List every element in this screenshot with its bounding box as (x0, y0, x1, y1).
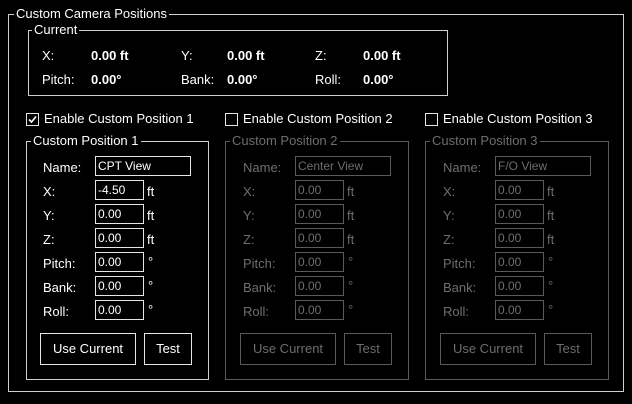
current-x-label: X: (42, 48, 55, 63)
pitch-unit: ° (348, 254, 354, 269)
custom-position-3-title: Custom Position 3 (430, 133, 540, 148)
position-1-y-field[interactable]: 0.00 (95, 204, 144, 224)
enable-position-1-label[interactable]: Enable Custom Position 1 (44, 111, 194, 127)
position-2-use-current-button[interactable]: Use Current (240, 333, 336, 365)
camera-positions-title: Custom Camera Positions (14, 6, 169, 21)
name-label: Name: (443, 160, 482, 175)
z-unit: ft (547, 232, 555, 247)
current-roll-value: 0.00° (363, 72, 394, 87)
y-label: Y: (443, 208, 455, 223)
position-3-bank-field[interactable]: 0.00 (495, 276, 544, 296)
position-1-test-button[interactable]: Test (144, 333, 192, 365)
position-1-pitch-field[interactable]: 0.00 (95, 252, 144, 272)
current-y-value: 0.00 ft (227, 48, 265, 63)
roll-unit: ° (348, 302, 354, 317)
pitch-label: Pitch: (43, 256, 76, 271)
position-3-x-field[interactable]: 0.00 (495, 180, 544, 200)
z-label: Z: (443, 232, 455, 247)
custom-position-2-title: Custom Position 2 (230, 133, 340, 148)
pitch-unit: ° (548, 254, 554, 269)
current-bank-value: 0.00° (227, 72, 258, 87)
z-unit: ft (147, 232, 155, 247)
position-1-x-field[interactable]: -4.50 (95, 180, 144, 200)
enable-position-3-checkbox[interactable] (425, 113, 438, 126)
current-y-label: Y: (181, 48, 193, 63)
enable-position-2-checkbox[interactable] (225, 113, 238, 126)
position-2-bank-field[interactable]: 0.00 (295, 276, 344, 296)
current-pitch-value: 0.00° (91, 72, 122, 87)
custom-position-1-title: Custom Position 1 (31, 133, 141, 148)
position-3-use-current-button[interactable]: Use Current (440, 333, 536, 365)
position-2-pitch-field[interactable]: 0.00 (295, 252, 344, 272)
name-label: Name: (243, 160, 282, 175)
y-label: Y: (43, 208, 55, 223)
x-unit: ft (547, 184, 555, 199)
y-unit: ft (347, 208, 355, 223)
roll-unit: ° (548, 302, 554, 317)
position-2-x-field[interactable]: 0.00 (295, 180, 344, 200)
y-label: Y: (243, 208, 255, 223)
enable-position-2-label[interactable]: Enable Custom Position 2 (243, 111, 393, 127)
y-unit: ft (547, 208, 555, 223)
position-1-bank-field[interactable]: 0.00 (95, 276, 144, 296)
x-unit: ft (147, 184, 155, 199)
x-label: X: (243, 184, 256, 199)
enable-position-1-checkbox[interactable] (26, 113, 39, 126)
current-title: Current (32, 22, 80, 37)
position-3-name-field[interactable]: F/O View (495, 156, 591, 176)
position-2-y-field[interactable]: 0.00 (295, 204, 344, 224)
bank-label: Bank: (443, 280, 477, 295)
bank-label: Bank: (243, 280, 277, 295)
position-2-z-field[interactable]: 0.00 (295, 228, 344, 248)
roll-label: Roll: (443, 304, 470, 319)
current-z-label: Z: (315, 48, 327, 63)
position-3-y-field[interactable]: 0.00 (495, 204, 544, 224)
bank-unit: ° (348, 278, 354, 293)
position-3-pitch-field[interactable]: 0.00 (495, 252, 544, 272)
pitch-label: Pitch: (443, 256, 476, 271)
position-3-roll-field[interactable]: 0.00 (495, 300, 544, 320)
y-unit: ft (147, 208, 155, 223)
z-label: Z: (43, 232, 55, 247)
position-1-roll-field[interactable]: 0.00 (95, 300, 144, 320)
x-unit: ft (347, 184, 355, 199)
roll-label: Roll: (243, 304, 270, 319)
current-x-value: 0.00 ft (91, 48, 129, 63)
position-3-test-button[interactable]: Test (544, 333, 592, 365)
bank-unit: ° (148, 278, 154, 293)
enable-position-3-label[interactable]: Enable Custom Position 3 (443, 111, 593, 127)
position-1-use-current-button[interactable]: Use Current (40, 333, 136, 365)
roll-unit: ° (148, 302, 154, 317)
x-label: X: (43, 184, 56, 199)
bank-label: Bank: (43, 280, 77, 295)
current-bank-label: Bank: (181, 72, 215, 87)
position-2-roll-field[interactable]: 0.00 (295, 300, 344, 320)
x-label: X: (443, 184, 456, 199)
z-unit: ft (347, 232, 355, 247)
name-label: Name: (43, 160, 82, 175)
position-1-z-field[interactable]: 0.00 (95, 228, 144, 248)
pitch-label: Pitch: (243, 256, 276, 271)
roll-label: Roll: (43, 304, 70, 319)
z-label: Z: (243, 232, 255, 247)
checkmark-icon (28, 115, 37, 124)
pitch-unit: ° (148, 254, 154, 269)
current-pitch-label: Pitch: (42, 72, 75, 87)
current-roll-label: Roll: (315, 72, 342, 87)
current-z-value: 0.00 ft (363, 48, 401, 63)
position-2-name-field[interactable]: Center View (295, 156, 391, 176)
position-2-test-button[interactable]: Test (344, 333, 392, 365)
position-3-z-field[interactable]: 0.00 (495, 228, 544, 248)
position-1-name-field[interactable]: CPT View (95, 156, 191, 176)
bank-unit: ° (548, 278, 554, 293)
